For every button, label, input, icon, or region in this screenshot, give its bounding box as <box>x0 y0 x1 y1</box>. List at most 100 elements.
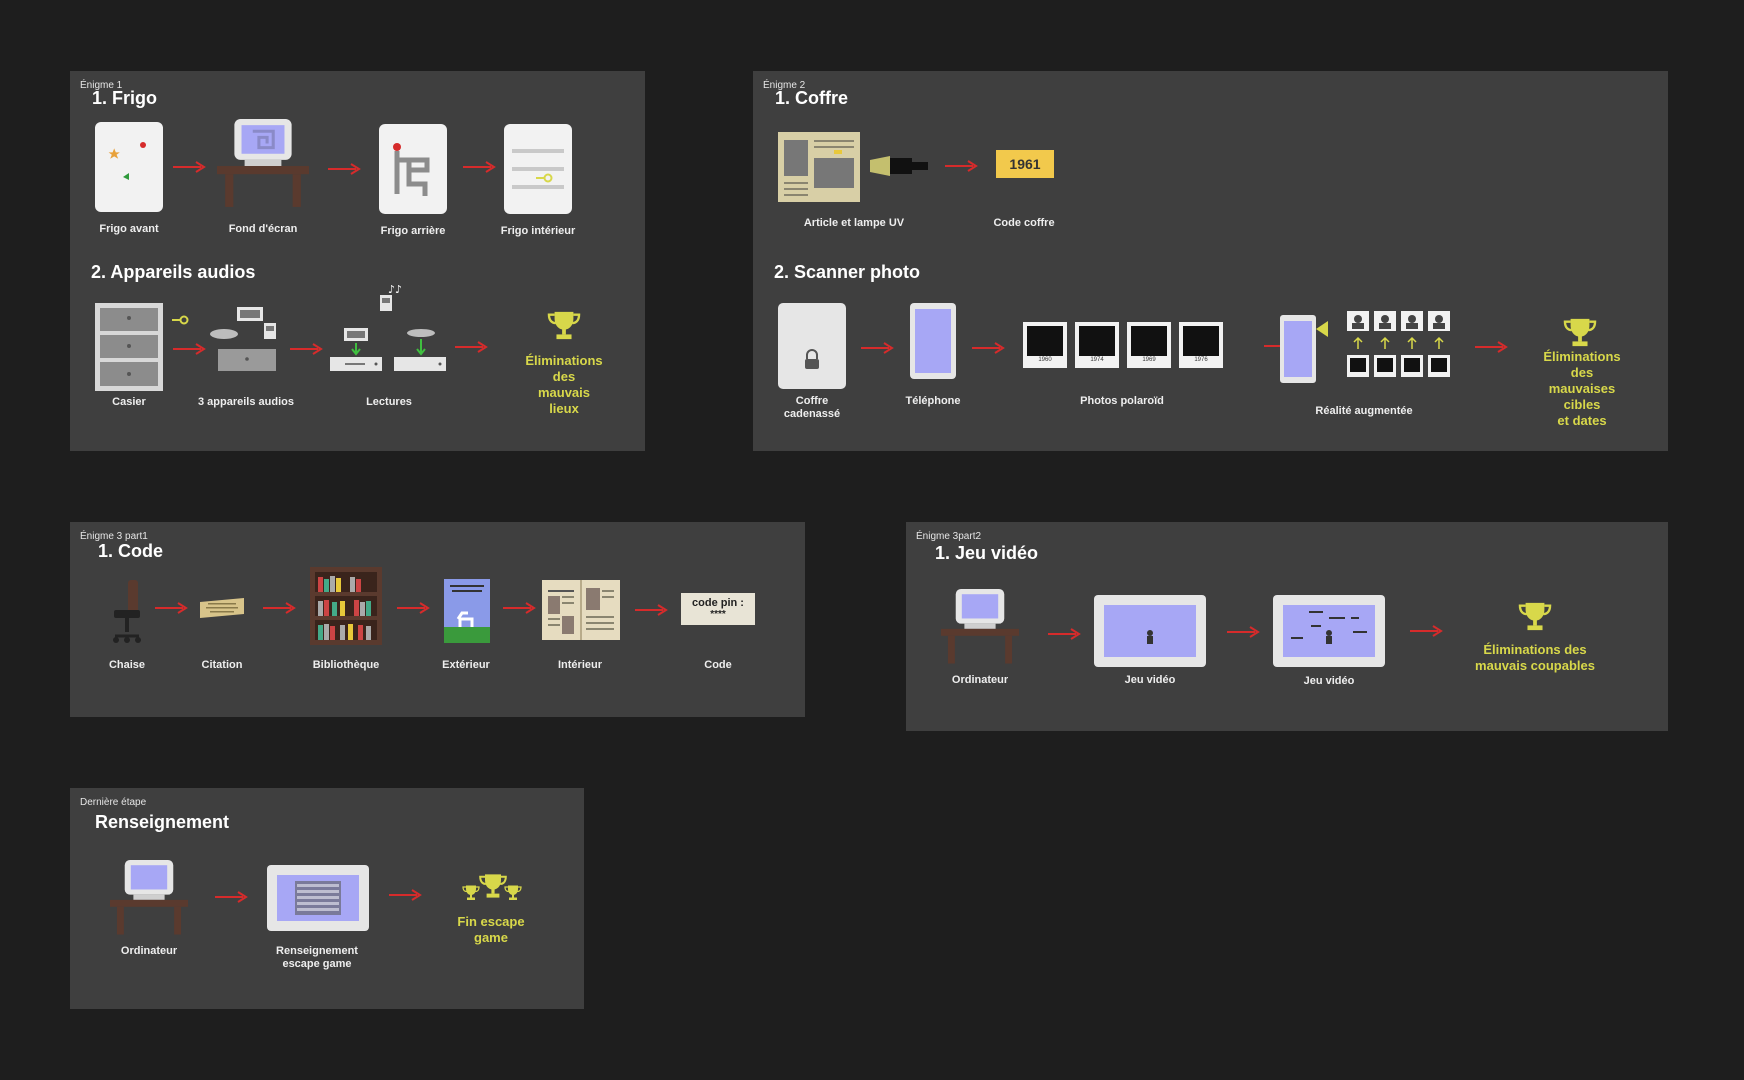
enigme1-frame: Énigme 1 1. Frigo Frigo avant Fond d'écr… <box>70 71 645 451</box>
audio-devices-icon <box>210 307 276 371</box>
enigme2-scanner-title: 2. Scanner photo <box>774 262 921 282</box>
fridge-inside-icon <box>504 124 572 214</box>
locked-safe-icon <box>778 303 846 389</box>
enigme3p1-title: 1. Code <box>98 541 164 561</box>
video-game-words-icon <box>1273 595 1385 667</box>
augmented-reality-icon <box>1280 311 1450 383</box>
enigme2-frame: Énigme 2 1. Coffre Article et lampe UV 1… <box>753 71 1668 451</box>
arrow-2 <box>327 161 361 177</box>
arrow-17 <box>1047 626 1081 642</box>
polaroid-photo: 1969 <box>1127 322 1171 368</box>
trophy-label-coupables: Éliminations des mauvais coupables <box>1475 642 1595 673</box>
label-chaise: Chaise <box>108 659 146 671</box>
polaroid-year: 1969 <box>1142 357 1156 363</box>
enigme1-audio-title: 2. Appareils audios <box>91 262 256 282</box>
safe-code-value: 1961 <box>1009 156 1041 172</box>
arrow-12 <box>154 600 188 616</box>
label-ordinateur-final: Ordinateur <box>120 945 178 957</box>
trophy-label-fin: Fin escape game <box>457 914 525 945</box>
trophy-icon <box>1515 600 1555 632</box>
arrow-8 <box>860 340 894 356</box>
safe-code-box: 1961 <box>996 150 1054 178</box>
label-article-uv: Article et lampe UV <box>803 217 905 229</box>
enigme3p2-title: 1. Jeu vidéo <box>935 543 1039 563</box>
polaroid-year: 1960 <box>1038 357 1052 363</box>
label-photos-polaroid: Photos polaroïd <box>1080 395 1164 407</box>
arrow-1 <box>172 159 206 175</box>
polaroid-photo: 1976 <box>1179 322 1223 368</box>
arrow-11 <box>1474 339 1508 355</box>
polaroid-photo: 1960 <box>1023 322 1067 368</box>
video-game-screen-icon <box>1094 595 1206 667</box>
fridge-front-icon <box>95 122 163 212</box>
arrow-3 <box>462 159 496 175</box>
computer-desk-icon <box>938 589 1022 667</box>
open-book-icon <box>542 580 620 640</box>
arrow-15 <box>502 600 536 616</box>
arrow-14 <box>396 600 430 616</box>
computer-desk-icon <box>107 860 191 938</box>
polaroid-group: 1960 1974 1969 1976 <box>1023 322 1223 372</box>
key-icon <box>172 315 189 325</box>
trophy-icon <box>1560 316 1600 348</box>
polaroid-year: 1976 <box>1194 357 1208 363</box>
arrow-16 <box>634 602 668 618</box>
label-ordinateur: Ordinateur <box>951 674 1009 686</box>
label-bibliotheque: Bibliothèque <box>312 659 380 671</box>
label-frigo-arriere: Frigo arrière <box>380 225 446 237</box>
arrow-19 <box>1409 623 1443 639</box>
arrow-21 <box>388 887 422 903</box>
label-telephone: Téléphone <box>905 395 961 407</box>
arrow-18 <box>1226 624 1260 640</box>
book-cover-icon <box>444 579 490 643</box>
fridge-back-maze-icon <box>379 124 447 214</box>
polaroid-year: 1974 <box>1090 357 1104 363</box>
label-code-coffre: Code coffre <box>993 217 1055 229</box>
label-renseignement: Renseignement escape game <box>276 945 358 970</box>
enigme3p1-frame: Énigme 3 part1 1. Code Chaise Citation B… <box>70 522 805 717</box>
bookshelf-icon <box>310 567 382 645</box>
label-frigo-avant: Frigo avant <box>99 223 159 235</box>
pin-code-box: code pin : **** <box>681 593 755 625</box>
quote-paper-icon <box>200 598 244 618</box>
wallpaper-computer-icon <box>213 119 313 211</box>
label-3-appareils: 3 appareils audios <box>198 396 294 408</box>
arrow-20 <box>214 889 248 905</box>
pin-code-stars: **** <box>710 609 726 620</box>
derniere-title: Renseignement <box>95 812 230 832</box>
label-jeu-video-1: Jeu vidéo <box>1124 674 1176 686</box>
label-exterieur: Extérieur <box>442 659 490 671</box>
label-jeu-video-2: Jeu vidéo <box>1303 675 1355 687</box>
derniere-tag: Dernière étape <box>80 797 147 808</box>
arrow-6 <box>454 339 488 355</box>
arrow-9 <box>971 340 1005 356</box>
chair-icon <box>113 580 141 643</box>
arrow-4 <box>172 341 206 357</box>
enigme2-coffre-title: 1. Coffre <box>775 88 849 108</box>
locker-icon <box>95 303 163 391</box>
arrow-5 <box>289 341 323 357</box>
phone-icon <box>910 303 956 379</box>
enigme1-frigo-title: 1. Frigo <box>92 88 158 108</box>
label-casier: Casier <box>112 396 146 408</box>
label-lectures: Lectures <box>366 396 412 408</box>
derniere-frame: Dernière étape Renseignement Ordinateur … <box>70 788 584 1009</box>
trophy-icon <box>544 309 584 341</box>
label-fond-ecran: Fond d'écran <box>228 223 298 235</box>
polaroid-photo: 1974 <box>1075 322 1119 368</box>
label-frigo-interieur: Frigo intérieur <box>500 225 576 237</box>
playback-devices-icon: ♪♪ <box>330 283 446 371</box>
label-coffre-cadenasse: Coffre cadenassé <box>783 395 841 420</box>
trophies-icon <box>462 873 522 901</box>
label-realite-augmentee: Réalité augmentée <box>1315 405 1413 417</box>
arrow-13 <box>262 600 296 616</box>
info-screen-icon <box>267 865 369 931</box>
label-interieur: Intérieur <box>557 659 603 671</box>
newspaper-uv-lamp-icon <box>778 132 928 202</box>
label-code: Code <box>704 659 732 671</box>
label-citation: Citation <box>201 659 243 671</box>
svg-text:♪♪: ♪♪ <box>388 283 402 296</box>
trophy-label-lieux: Éliminations des mauvais lieux <box>525 353 603 416</box>
trophy-label-cibles: Éliminations des mauvaises cibles et dat… <box>1543 349 1621 428</box>
arrow-7 <box>944 158 978 174</box>
